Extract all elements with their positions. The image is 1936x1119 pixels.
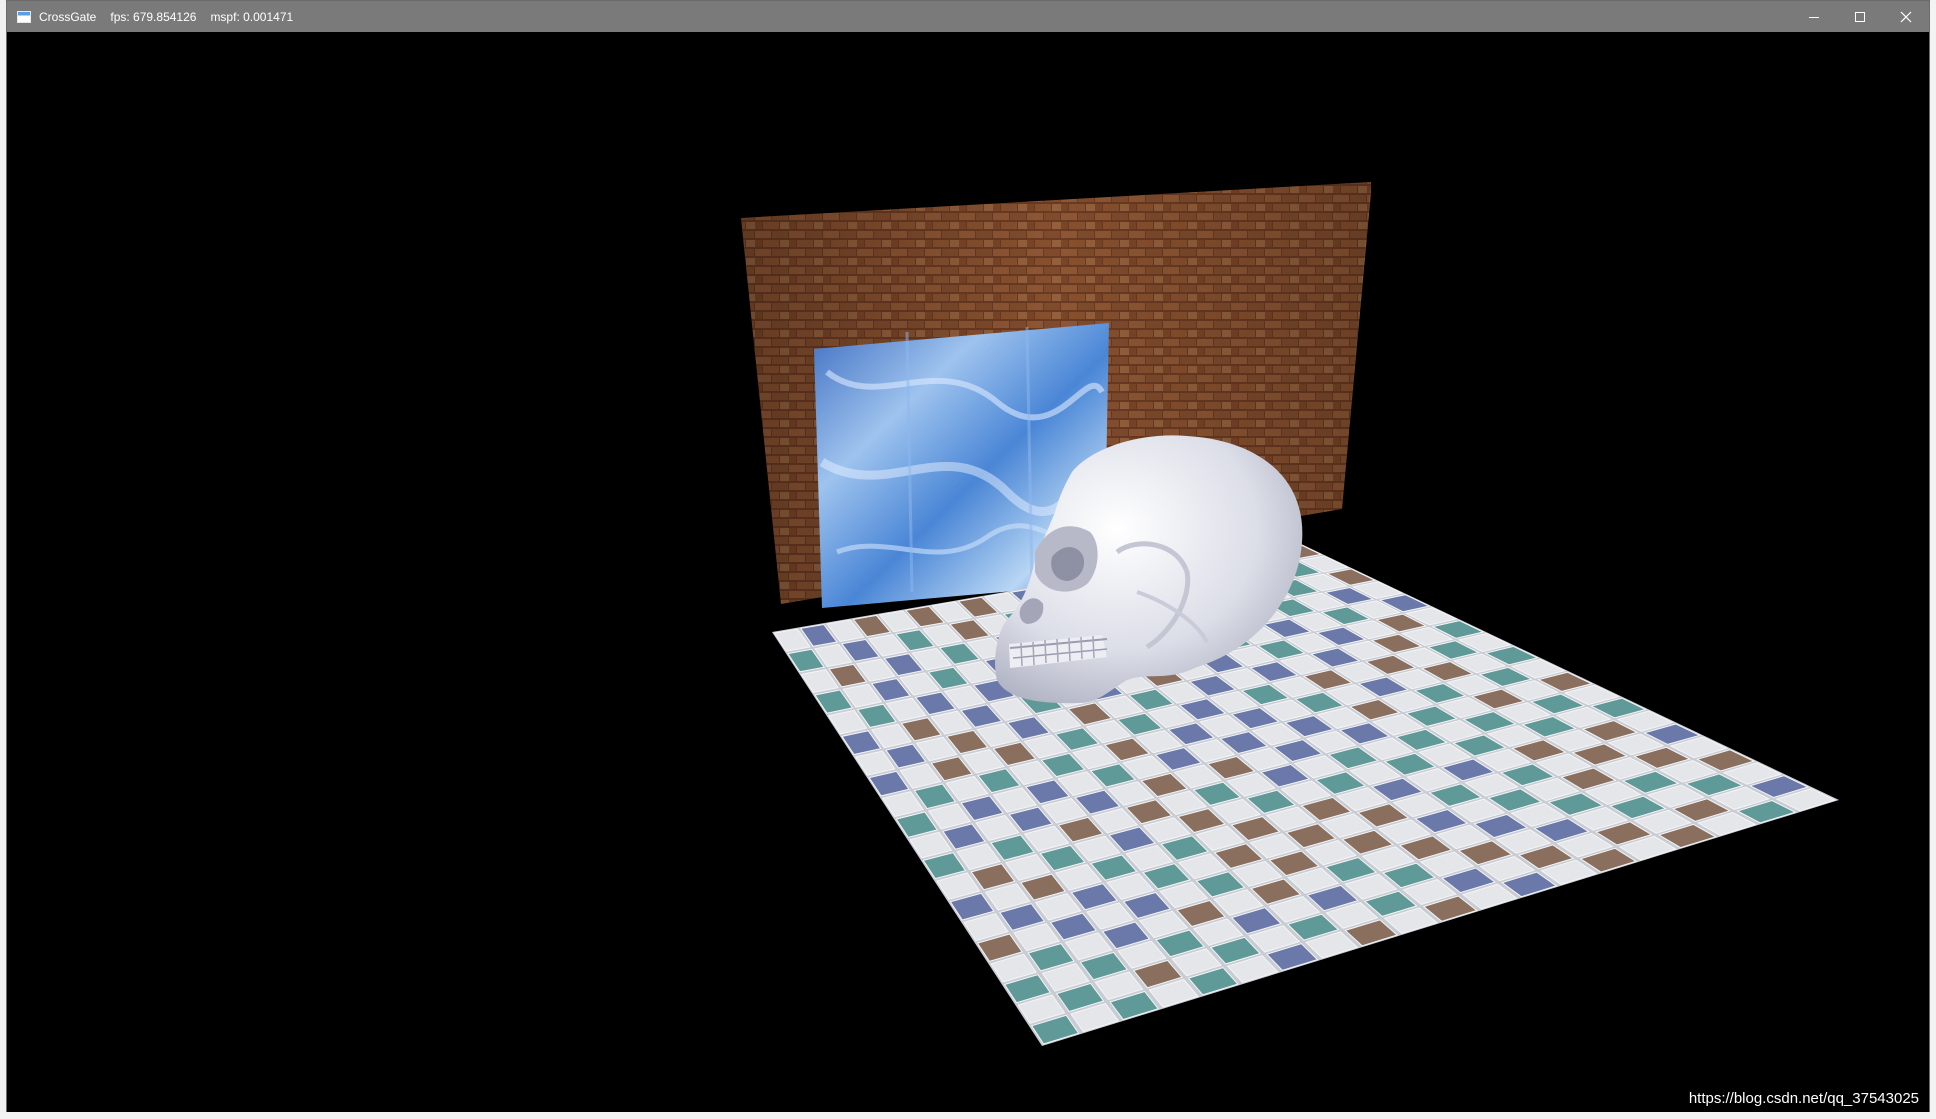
minimize-icon	[1809, 16, 1819, 18]
app-icon	[17, 10, 31, 23]
background-window-edge-bottom	[0, 1112, 1936, 1119]
window-controls	[1791, 1, 1929, 32]
background-window-edge	[1930, 0, 1936, 1119]
render-viewport[interactable]: https://blog.csdn.net/qq_37543025	[7, 32, 1929, 1113]
mspf-readout: mspf: 0.001471	[210, 9, 294, 24]
fps-readout: fps: 679.854126	[110, 9, 197, 24]
maximize-icon	[1855, 11, 1865, 22]
watermark-url: https://blog.csdn.net/qq_37543025	[1688, 1090, 1919, 1107]
scene-canvas	[741, 182, 1839, 1046]
app-window: CrossGate fps: 679.854126 mspf: 0.001471	[6, 0, 1930, 1113]
title-bar[interactable]: CrossGate fps: 679.854126 mspf: 0.001471	[7, 1, 1929, 32]
window-title: CrossGate fps: 679.854126 mspf: 0.001471	[39, 10, 307, 24]
close-button[interactable]	[1883, 1, 1929, 32]
app-name: CrossGate	[39, 9, 97, 24]
maximize-button[interactable]	[1837, 1, 1883, 32]
minimize-button[interactable]	[1791, 1, 1837, 32]
close-icon	[1900, 11, 1912, 22]
tiled-floor	[772, 542, 1839, 1046]
